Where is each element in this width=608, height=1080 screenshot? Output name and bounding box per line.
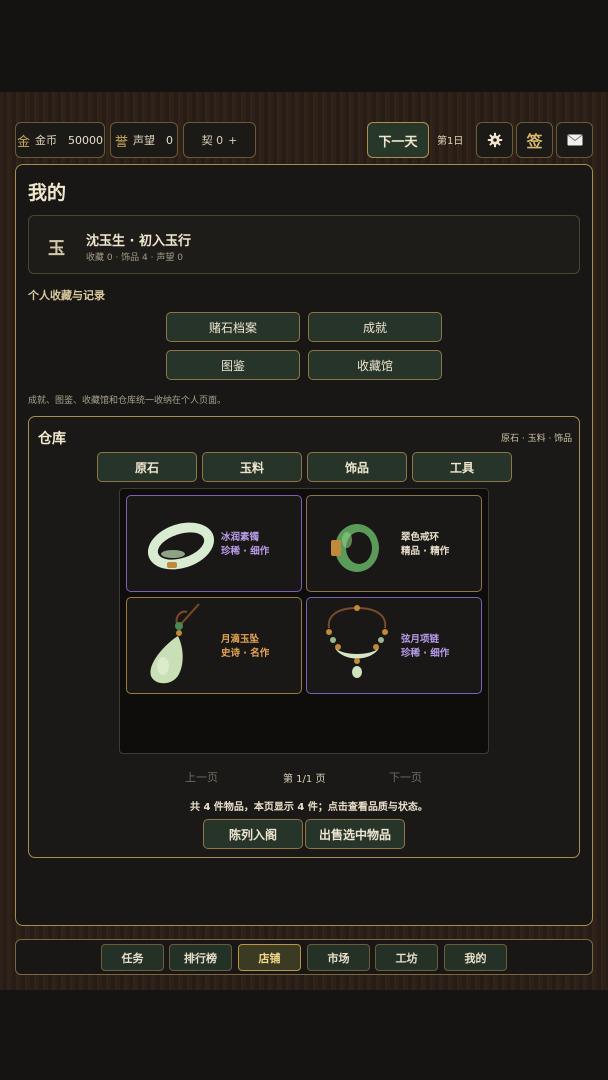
codex-button[interactable]: 图鉴 <box>166 350 300 380</box>
contract-button[interactable]: 契 0 + <box>183 122 256 158</box>
mail-button[interactable] <box>556 122 593 158</box>
nav-shop[interactable]: 店铺 <box>238 944 301 971</box>
next-page-button[interactable]: 下一页 <box>389 769 422 785</box>
tab-raw-stone[interactable]: 原石 <box>97 452 197 482</box>
profile-stats: 收藏 0 · 饰品 4 · 声望 0 <box>86 253 183 263</box>
gold-counter: 金 金币 50000 <box>15 122 105 158</box>
avatar: 玉 <box>48 239 65 259</box>
page-indicator: 第 1/1 页 <box>283 774 326 785</box>
fame-icon: 誉 <box>114 134 128 150</box>
gold-value: 50000 <box>68 133 103 147</box>
collection-hall-button[interactable]: 收藏馆 <box>308 350 442 380</box>
fame-value: 0 <box>166 133 173 147</box>
display-button[interactable]: 陈列入阁 <box>203 819 303 849</box>
fame-label: 声望 <box>133 134 155 147</box>
tab-tools[interactable]: 工具 <box>412 452 512 482</box>
contract-add: + <box>228 133 238 147</box>
prev-page-button[interactable]: 上一页 <box>185 769 218 785</box>
day-label: 第1日 <box>437 136 464 147</box>
bottom-spacer <box>0 990 608 1080</box>
item-name: 冰润素镯 <box>221 532 260 543</box>
sell-selected-button[interactable]: 出售选中物品 <box>305 819 405 849</box>
warehouse-summary: 共 4 件物品，本页显示 4 件；点击查看品质与状态。 <box>190 802 428 813</box>
settings-button[interactable] <box>476 122 513 158</box>
item-quality: 珍稀 · 细作 <box>221 546 270 557</box>
next-day-button[interactable]: 下一天 <box>367 122 429 158</box>
item-name: 弦月项链 <box>401 634 440 645</box>
item-name: 月滴玉坠 <box>221 634 260 645</box>
achievements-button[interactable]: 成就 <box>308 312 442 342</box>
gold-icon: 金 <box>16 134 30 150</box>
nav-market[interactable]: 市场 <box>307 944 370 971</box>
item-quality: 史诗 · 名作 <box>221 648 270 659</box>
item-quality: 精品 · 精作 <box>401 546 450 557</box>
bangle-icon <box>147 522 215 570</box>
warehouse-category-hint: 原石 · 玉料 · 饰品 <box>501 434 573 444</box>
warehouse-title: 仓库 <box>38 431 66 447</box>
fame-counter: 誉 声望 0 <box>110 122 178 158</box>
gamble-archive-button[interactable]: 赌石档案 <box>166 312 300 342</box>
gold-label: 金币 <box>35 134 57 147</box>
sign-in-button[interactable]: 签 <box>516 122 553 158</box>
item-card[interactable]: 翠色戒环 精品 · 精作 <box>306 495 482 592</box>
pendant-icon <box>150 603 200 684</box>
top-spacer <box>0 0 608 92</box>
nav-mine[interactable]: 我的 <box>444 944 507 971</box>
tab-jade-material[interactable]: 玉料 <box>202 452 302 482</box>
item-name: 翠色戒环 <box>401 532 440 543</box>
ring-icon <box>331 524 379 572</box>
item-quality: 珍稀 · 细作 <box>401 648 450 659</box>
item-card[interactable]: 月滴玉坠 史诗 · 名作 <box>126 597 302 694</box>
page-note: 成就、图鉴、收藏馆和仓库统一收纳在个人页面。 <box>28 396 227 406</box>
nav-tasks[interactable]: 任务 <box>101 944 164 971</box>
nav-leaderboard[interactable]: 排行榜 <box>169 944 232 971</box>
contract-label: 契 0 <box>201 134 224 147</box>
item-card[interactable]: 冰润素镯 珍稀 · 细作 <box>126 495 302 592</box>
page-title: 我的 <box>28 182 67 204</box>
item-card[interactable]: 弦月项链 珍稀 · 细作 <box>306 597 482 694</box>
profile-name: 沈玉生 · 初入玉行 <box>86 234 191 249</box>
gear-icon <box>487 132 502 148</box>
tab-ornaments[interactable]: 饰品 <box>307 452 407 482</box>
mail-icon <box>566 134 583 146</box>
section-label: 个人收藏与记录 <box>28 289 105 302</box>
nav-workshop[interactable]: 工坊 <box>375 944 438 971</box>
necklace-icon <box>326 605 388 678</box>
